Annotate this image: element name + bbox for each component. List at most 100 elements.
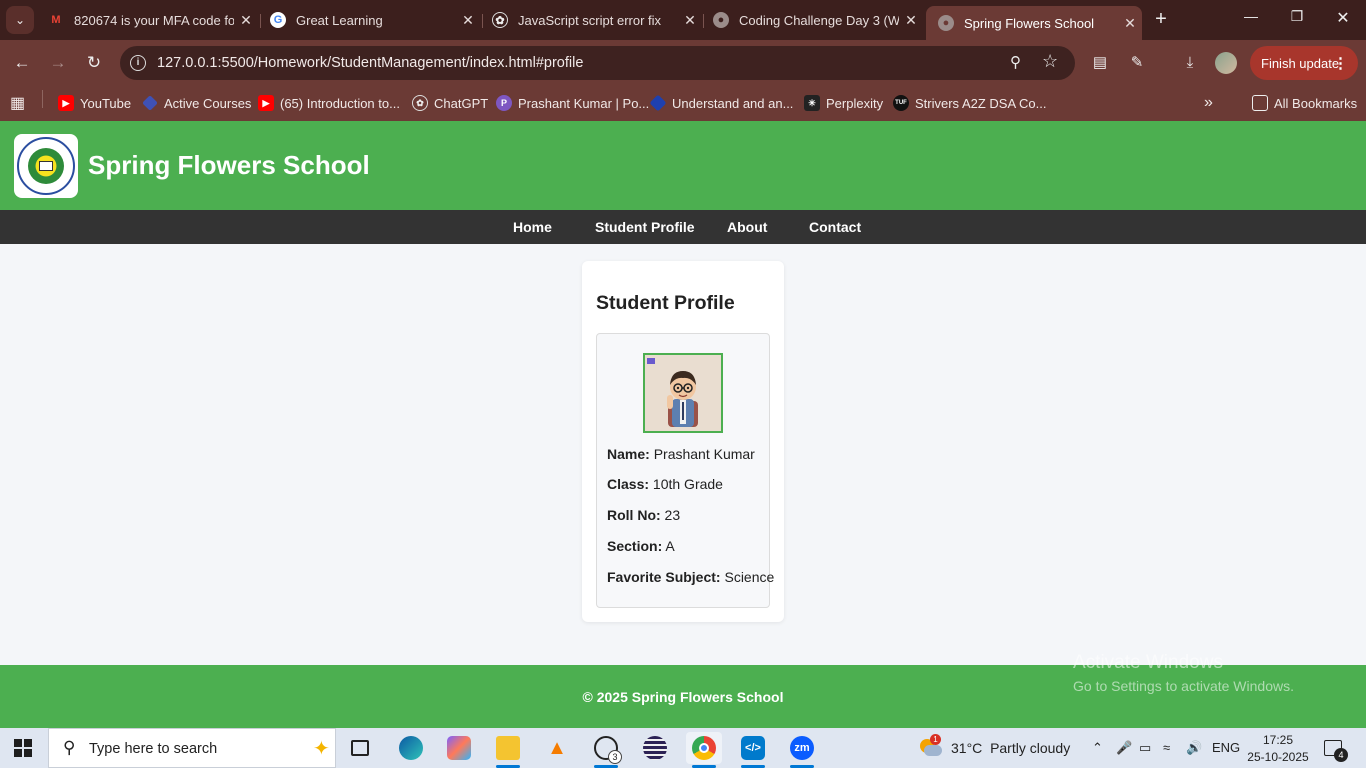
bookmark-chatgpt[interactable]: ✿ ChatGPT: [412, 93, 488, 113]
finish-update-button[interactable]: Finish update ⋮: [1250, 46, 1358, 80]
bookmark-strivers[interactable]: TUF Strivers A2Z DSA Co...: [893, 93, 1047, 113]
nav-about[interactable]: About: [727, 219, 767, 235]
tab-search-button[interactable]: ⌄: [6, 6, 34, 34]
perplexity-icon: ✳: [804, 95, 820, 111]
chevron-down-icon: ⌄: [14, 13, 26, 27]
chatgpt-icon: ✿: [412, 95, 428, 111]
minimize-icon[interactable]: —: [1228, 8, 1274, 24]
chrome-icon[interactable]: [686, 732, 722, 768]
site-nav: Home Student Profile About Contact: [0, 210, 1366, 244]
close-icon[interactable]: ✕: [234, 12, 258, 29]
show-hidden-icons-icon[interactable]: ⌃: [1092, 740, 1103, 756]
vscode-icon[interactable]: </>: [735, 732, 771, 768]
microphone-icon[interactable]: 🎤: [1116, 740, 1132, 756]
close-icon[interactable]: ✕: [456, 12, 480, 29]
vlc-icon[interactable]: ▲: [539, 732, 575, 764]
field-name: Name: Prashant Kumar: [607, 446, 755, 462]
more-menu-icon[interactable]: ⋮: [1333, 54, 1348, 72]
globe-icon: ●: [713, 12, 729, 28]
close-icon[interactable]: ✕: [1118, 15, 1142, 32]
bookmarks-bar: ▦ ▶ YouTube Active Courses ▶ (65) Introduc…: [0, 86, 1366, 121]
tab-coding-challenge[interactable]: ● Coding Challenge Day 3 (We ✕: [701, 6, 923, 34]
download-icon[interactable]: ⤓: [1179, 52, 1201, 74]
notification-center-icon[interactable]: 4: [1324, 740, 1348, 762]
profile-avatar[interactable]: [1215, 52, 1237, 74]
eclipse-icon[interactable]: [637, 732, 673, 764]
folder-icon: [1252, 95, 1268, 111]
forward-icon[interactable]: →: [46, 52, 70, 76]
apps-grid-icon[interactable]: ▦: [10, 93, 25, 113]
bookmark-perplexity[interactable]: ✳ Perplexity: [804, 93, 883, 113]
browser-tab-bar: ⌄ M 820674 is your MFA code for ✕ G Grea…: [0, 0, 1366, 40]
student-profile-card: Student Profile Name: Prashant Kumar Cla…: [582, 261, 784, 622]
field-favorite-subject: Favorite Subject: Science: [607, 569, 775, 585]
wifi-icon[interactable]: ≈: [1163, 740, 1170, 755]
taskbar-search[interactable]: ⚲ Type here to search ✦: [48, 728, 336, 768]
site-info-icon[interactable]: i: [130, 55, 146, 71]
browser-toolbar: ← → ↻ i 127.0.0.1:5500/Homework/StudentM…: [0, 40, 1366, 86]
extensions-icon[interactable]: ✎: [1126, 52, 1148, 74]
reload-icon[interactable]: ↻: [82, 52, 106, 76]
nav-home[interactable]: Home: [513, 219, 552, 235]
site-header: Spring Flowers School: [0, 121, 1366, 210]
field-section: Section: A: [607, 538, 675, 554]
tab-spring-flowers[interactable]: ● Spring Flowers School ✕: [926, 6, 1142, 40]
whatsapp-icon[interactable]: 3: [588, 732, 624, 768]
bookmark-understand[interactable]: Understand and an...: [649, 93, 793, 113]
windows-taskbar: ⚲ Type here to search ✦ ▲ 3 </> zm 1 31°…: [0, 728, 1366, 768]
diamond-icon: [649, 94, 667, 112]
cast-icon[interactable]: ▤: [1089, 52, 1111, 74]
close-window-icon[interactable]: ✕: [1320, 8, 1366, 28]
course-icon: [142, 95, 158, 111]
nav-student-profile[interactable]: Student Profile: [595, 219, 695, 235]
speaker-icon[interactable]: 🔊: [1186, 740, 1202, 756]
student-info-box: Name: Prashant Kumar Class: 10th Grade R…: [596, 333, 774, 608]
search-icon: ⚲: [63, 738, 76, 757]
youtube-icon: ▶: [258, 95, 274, 111]
field-class: Class: 10th Grade: [607, 476, 723, 492]
tab-gmail[interactable]: M 820674 is your MFA code for ✕: [36, 6, 258, 34]
bookmarks-separator: [42, 90, 43, 108]
bookmark-portfolio[interactable]: P Prashant Kumar | Po...: [496, 93, 649, 113]
weather-widget[interactable]: 1 31°C Partly cloudy: [918, 734, 1070, 759]
tab-javascript-error[interactable]: ✿ JavaScript script error fix ✕: [480, 6, 702, 34]
chatgpt-icon: ✿: [492, 12, 508, 28]
all-bookmarks[interactable]: All Bookmarks: [1252, 93, 1357, 113]
task-view-icon[interactable]: [342, 732, 378, 764]
youtube-icon: ▶: [58, 95, 74, 111]
restore-icon[interactable]: ❐: [1274, 8, 1320, 25]
zoom-icon[interactable]: ⚲: [1010, 53, 1021, 71]
bookmark-star-icon[interactable]: ☆: [1042, 51, 1058, 72]
windows-start-icon[interactable]: [14, 739, 32, 757]
flower-emblem-icon: [28, 148, 64, 184]
file-explorer-icon[interactable]: [490, 732, 526, 768]
portfolio-icon: P: [496, 95, 512, 111]
school-logo: [14, 134, 78, 198]
gmail-icon: M: [51, 14, 61, 26]
site-title: Spring Flowers School: [88, 150, 370, 180]
edge-icon[interactable]: [393, 732, 429, 764]
battery-icon[interactable]: ▭: [1139, 740, 1151, 756]
language-indicator[interactable]: ENG: [1212, 740, 1240, 755]
address-bar[interactable]: i 127.0.0.1:5500/Homework/StudentManagem…: [120, 46, 1075, 80]
tab-great-learning[interactable]: G Great Learning ✕: [258, 6, 480, 34]
student-photo: [643, 353, 723, 433]
more-bookmarks-icon[interactable]: »: [1204, 93, 1213, 113]
clock[interactable]: 17:25 25-10-2025: [1246, 732, 1310, 766]
back-icon[interactable]: ←: [10, 52, 34, 76]
close-icon[interactable]: ✕: [899, 12, 923, 29]
zoom-app-icon[interactable]: zm: [784, 732, 820, 768]
bookmark-youtube[interactable]: ▶ YouTube: [58, 93, 131, 113]
new-tab-button[interactable]: +: [1150, 8, 1172, 30]
profile-heading: Student Profile: [596, 292, 735, 314]
bookmark-active-courses[interactable]: Active Courses: [142, 93, 251, 113]
url-text[interactable]: 127.0.0.1:5500/Homework/StudentManagemen…: [157, 55, 583, 71]
copilot-sparkle-icon[interactable]: ✦: [313, 736, 330, 761]
bookmark-introduction[interactable]: ▶ (65) Introduction to...: [258, 93, 400, 113]
google-icon: G: [270, 12, 286, 28]
copilot-icon[interactable]: [441, 732, 477, 764]
close-icon[interactable]: ✕: [678, 12, 702, 29]
activate-windows-watermark: Activate Windows Go to Settings to activ…: [1073, 652, 1294, 694]
nav-contact[interactable]: Contact: [809, 219, 861, 235]
logo-seal: [17, 137, 75, 195]
